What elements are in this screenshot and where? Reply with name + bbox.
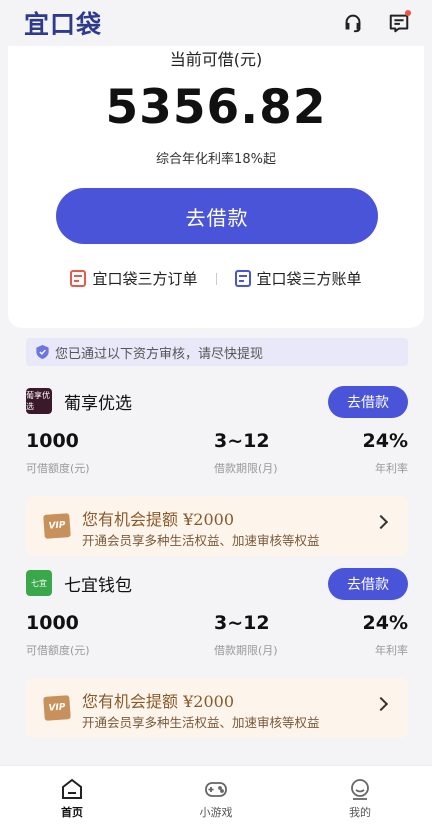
promo-subtitle: 开通会员享多种生活权益、加速审核等权益 <box>82 533 320 548</box>
stat-value: 1000 <box>26 612 79 634</box>
main-content[interactable]: 当前可借(元) 5356.82 综合年化利率18%起 去借款 宜口袋三方订单 宜… <box>0 46 432 765</box>
loan-card: 当前可借(元) 5356.82 综合年化利率18%起 去借款 宜口袋三方订单 宜… <box>8 46 424 328</box>
term-stat: 3~12 借款期限(月) <box>214 612 278 658</box>
term-stat: 3~12 借款期限(月) <box>214 430 278 476</box>
promo-amount: ¥2000 <box>183 692 235 711</box>
promo-amount: ¥2000 <box>183 510 235 529</box>
orders-link-label: 宜口袋三方订单 <box>92 270 198 288</box>
stat-label: 借款期限(月) <box>214 462 278 475</box>
shield-icon <box>36 345 49 359</box>
stat-value: 3~12 <box>214 612 270 634</box>
tab-profile[interactable]: 我的 <box>310 778 410 820</box>
stat-label: 年利率 <box>375 644 408 657</box>
stat-value: 24% <box>362 612 408 634</box>
lender-logo: 七宜 <box>26 570 52 596</box>
lender-header: 七宜 七宜钱包 <box>26 570 132 596</box>
amount-label: 当前可借(元) <box>169 50 263 69</box>
app-logo: 宜口袋 <box>24 10 103 39</box>
divider <box>215 272 217 285</box>
order-links: 宜口袋三方订单 宜口袋三方账单 <box>8 268 424 289</box>
stat-label: 年利率 <box>375 462 408 475</box>
lender-stats: 1000 可借额度(元) 3~12 借款期限(月) 24% 年利率 <box>26 430 408 480</box>
lender-name: 葡享优选 <box>64 393 132 414</box>
stat-label: 可借额度(元) <box>26 644 90 657</box>
bottom-tab-bar: 首页 小游戏 我的 <box>0 765 432 827</box>
tab-label: 我的 <box>349 806 371 819</box>
third-party-orders-link[interactable]: 宜口袋三方订单 <box>70 268 198 289</box>
lender-name: 七宜钱包 <box>64 575 132 596</box>
borrow-button[interactable]: 去借款 <box>56 188 378 244</box>
promo-title: 您有机会提额 ¥2000 <box>82 688 234 712</box>
tab-mini-games[interactable]: 小游戏 <box>166 778 266 820</box>
gamepad-icon <box>205 782 227 797</box>
tab-label: 首页 <box>61 806 83 819</box>
approval-notice: 您已通过以下资方审核，请尽快提现 <box>26 338 408 366</box>
lender-logo: 葡享优选 <box>26 388 52 414</box>
header-actions <box>342 10 411 34</box>
lender-logo-text: 七宜 <box>31 578 47 588</box>
available-amount: 5356.82 <box>105 80 327 135</box>
promo-title: 您有机会提额 ¥2000 <box>82 506 234 530</box>
lender-borrow-button[interactable]: 去借款 <box>328 568 408 600</box>
app-header: 宜口袋 <box>0 0 432 46</box>
third-party-bills-link[interactable]: 宜口袋三方账单 <box>234 268 362 289</box>
stat-label: 借款期限(月) <box>214 644 278 657</box>
headset-icon[interactable] <box>342 12 364 34</box>
vip-icon: VIP <box>43 695 71 721</box>
promo-subtitle: 开通会员享多种生活权益、加速审核等权益 <box>82 715 320 730</box>
stat-value: 1000 <box>26 430 79 452</box>
lender-header: 葡享优选 葡享优选 <box>26 388 132 414</box>
vip-icon: VIP <box>43 513 71 539</box>
interest-rate-stat: 24% 年利率 <box>363 612 408 658</box>
credit-boost-promo[interactable]: VIP 您有机会提额 ¥2000 开通会员享多种生活权益、加速审核等权益 <box>26 496 408 556</box>
promo-title-text: 您有机会提额 <box>82 510 179 529</box>
credit-boost-promo[interactable]: VIP 您有机会提额 ¥2000 开通会员享多种生活权益、加速审核等权益 <box>26 678 408 738</box>
unread-dot <box>405 10 411 16</box>
lender-stats: 1000 可借额度(元) 3~12 借款期限(月) 24% 年利率 <box>26 612 408 662</box>
notice-text: 您已通过以下资方审核，请尽快提现 <box>55 346 264 362</box>
tab-home[interactable]: 首页 <box>22 778 122 820</box>
bill-icon <box>234 270 251 287</box>
order-icon <box>70 270 87 287</box>
promo-title-text: 您有机会提额 <box>82 692 179 711</box>
profile-icon <box>351 779 369 800</box>
credit-limit-stat: 1000 可借额度(元) <box>26 612 90 658</box>
bills-link-label: 宜口袋三方账单 <box>256 270 362 288</box>
stat-label: 可借额度(元) <box>26 462 90 475</box>
tab-label: 小游戏 <box>199 806 233 819</box>
stat-value: 3~12 <box>214 430 270 452</box>
home-icon <box>62 778 82 799</box>
stat-value: 24% <box>362 430 408 452</box>
chevron-right-icon <box>373 514 389 530</box>
chevron-right-icon <box>373 696 389 712</box>
lender-logo-text: 葡享优选 <box>26 391 50 411</box>
message-icon[interactable] <box>388 10 411 34</box>
interest-rate-stat: 24% 年利率 <box>363 430 408 476</box>
credit-limit-stat: 1000 可借额度(元) <box>26 430 90 476</box>
rate-note: 综合年化利率18%起 <box>156 152 276 167</box>
lender-borrow-button[interactable]: 去借款 <box>328 386 408 418</box>
